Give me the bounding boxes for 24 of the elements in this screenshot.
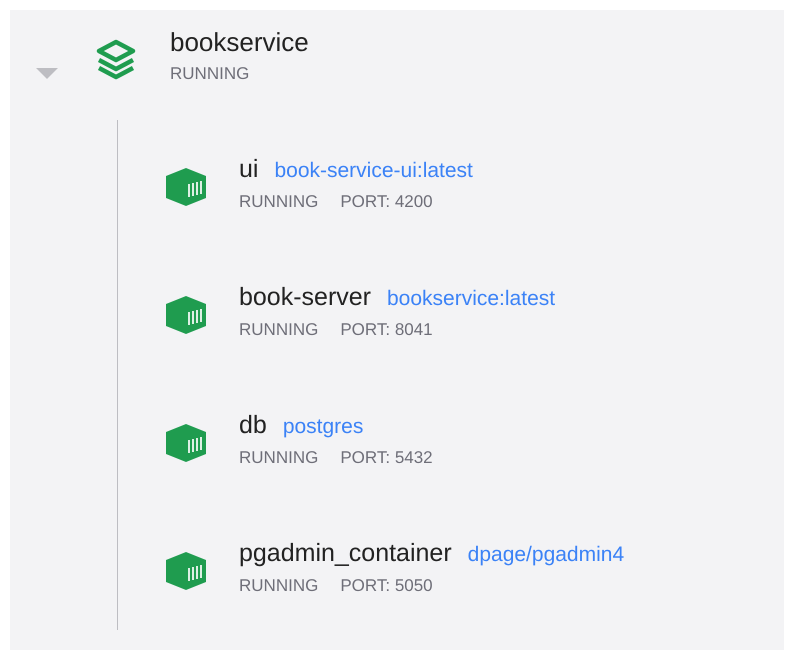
port-label: PORT: 8041 xyxy=(340,320,433,340)
container-icon xyxy=(165,167,207,207)
container-name: db xyxy=(239,410,267,440)
port-label: PORT: 5050 xyxy=(340,576,433,596)
port-label: PORT: 5432 xyxy=(340,448,433,468)
container-status: RUNNING xyxy=(239,448,318,468)
image-link[interactable]: book-service-ui:latest xyxy=(274,159,473,183)
container-icon xyxy=(165,295,207,335)
container-icon xyxy=(165,423,207,463)
container-icon xyxy=(165,551,207,591)
caret-icon[interactable] xyxy=(36,68,58,79)
container-status: RUNNING xyxy=(239,320,318,340)
port-label: PORT: 4200 xyxy=(340,192,433,212)
image-link[interactable]: dpage/pgadmin4 xyxy=(468,543,624,567)
container-name: ui xyxy=(239,154,258,184)
app-status: RUNNING xyxy=(170,64,250,84)
container-name: pgadmin_container xyxy=(239,538,452,568)
image-link[interactable]: bookservice:latest xyxy=(387,287,556,311)
app-name: bookservice xyxy=(170,28,309,56)
stack-icon xyxy=(95,39,137,80)
container-status: RUNNING xyxy=(239,192,318,212)
container-name: book-server xyxy=(239,282,371,312)
container-status: RUNNING xyxy=(239,576,318,596)
image-link[interactable]: postgres xyxy=(282,415,364,439)
